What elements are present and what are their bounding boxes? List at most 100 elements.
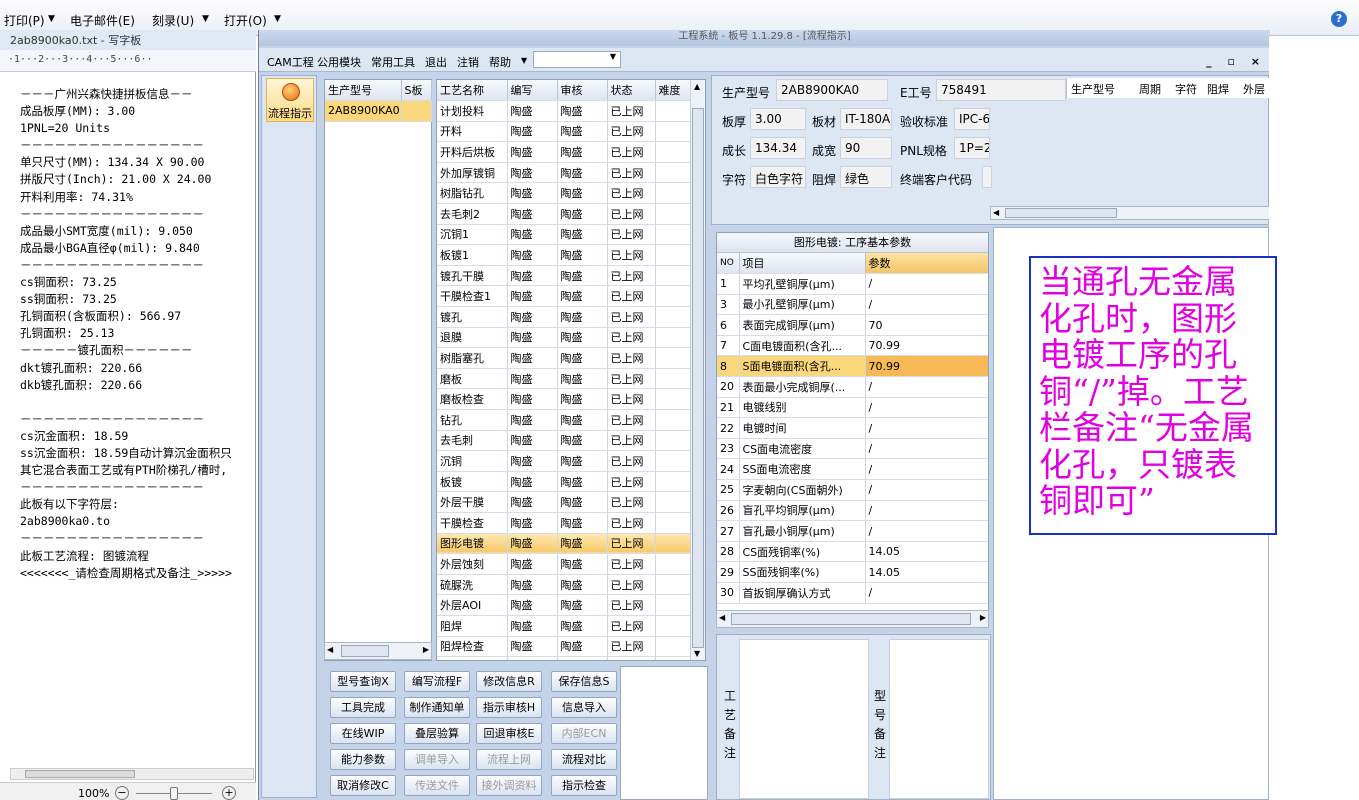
window-controls[interactable]: _ ▫ × xyxy=(1206,55,1266,68)
material-field[interactable]: IT-180A xyxy=(840,108,892,130)
chevron-down-icon[interactable]: ▼ xyxy=(274,14,281,24)
zoom-out-icon[interactable]: − xyxy=(115,786,129,800)
table-row[interactable]: 开料后烘板 陶盛 陶盛 已上网 xyxy=(437,141,692,163)
table-row[interactable]: 干膜检查 陶盛 陶盛 已上网 xyxy=(437,512,692,534)
table-row[interactable]: 外层干膜 陶盛 陶盛 已上网 xyxy=(437,491,692,513)
table-row[interactable]: 树脂钻孔 陶盛 陶盛 已上网 xyxy=(437,182,692,205)
col-header[interactable]: 阻焊 xyxy=(1207,81,1229,97)
col-header[interactable]: 项目 xyxy=(739,253,866,275)
table-row[interactable]: 树脂塞孔 陶盛 陶盛 已上网 xyxy=(437,347,692,369)
action-button[interactable]: 调单导入 xyxy=(404,749,470,770)
table-row[interactable]: 24 SS面电流密度 / xyxy=(717,458,988,481)
action-button[interactable]: 取消修改C xyxy=(330,775,396,796)
table-row[interactable]: 6 表面完成铜厚(μm) 70 xyxy=(717,314,988,336)
action-button[interactable]: 在线WIP xyxy=(330,723,396,744)
chevron-down-icon[interactable]: ▼ xyxy=(521,56,527,65)
scroll-thumb[interactable] xyxy=(692,108,704,648)
action-button[interactable]: 信息导入 xyxy=(551,697,617,718)
col-header[interactable]: S板 xyxy=(401,80,432,102)
table-row[interactable]: 22 电镀时间 / xyxy=(717,417,988,439)
table-row[interactable]: 阻焊检查 陶盛 陶盛 已上网 xyxy=(437,636,692,658)
action-button[interactable]: 修改信息R xyxy=(476,671,542,692)
col-header[interactable]: 字符 xyxy=(1175,81,1197,97)
col-header[interactable]: 外层 xyxy=(1243,81,1265,97)
table-row[interactable]: 23 CS面电流密度 / xyxy=(717,438,988,460)
wordpad-text[interactable]: －－－广州兴森快捷拼板信息－－ 成品板厚(MM): 3.00 1PNL=20 Uni… xyxy=(20,86,256,706)
action-button[interactable]: 指示检查 xyxy=(551,775,617,796)
scroll-up-icon[interactable]: ▲ xyxy=(694,82,700,91)
table-row[interactable]: 7 C面电镀面积(含孔... 70.99 xyxy=(717,335,988,357)
chevron-down-icon[interactable]: ▼ xyxy=(202,14,209,24)
table-row[interactable]: 25 字麦朝向(CS面朝外) / xyxy=(717,479,988,501)
table-row[interactable]: 板镀1 陶盛 陶盛 已上网 xyxy=(437,244,692,266)
eno-field[interactable]: 758491 xyxy=(936,79,1066,101)
action-button[interactable]: 编写流程F xyxy=(404,671,470,692)
scroll-thumb[interactable] xyxy=(341,645,389,657)
table-row[interactable]: 磨板检查 陶盛 陶盛 已上网 xyxy=(437,388,692,410)
table-row[interactable]: 钻孔 陶盛 陶盛 已上网 xyxy=(437,409,692,431)
scroll-thumb[interactable] xyxy=(25,770,135,778)
horizontal-scrollbar[interactable] xyxy=(10,768,254,780)
col-header[interactable]: 周期 xyxy=(1139,81,1161,97)
table-row[interactable]: 外层AOI 陶盛 陶盛 已上网 xyxy=(437,594,692,616)
char-field[interactable]: 白色字符 xyxy=(750,166,806,188)
scroll-left-icon[interactable]: ◀ xyxy=(327,645,333,654)
mask-field[interactable]: 绿色 xyxy=(840,166,892,188)
col-header[interactable]: 生产型号 xyxy=(1071,81,1115,97)
table-row[interactable]: 磨板 陶盛 陶盛 已上网 xyxy=(437,368,692,390)
vertical-scrollbar[interactable]: ▲ ▼ xyxy=(690,80,705,660)
action-button[interactable]: 能力参数 xyxy=(330,749,396,770)
standard-field[interactable]: IPC-6 xyxy=(954,108,990,130)
thick-field[interactable]: 3.00 xyxy=(750,108,806,130)
zoom-slider-thumb[interactable] xyxy=(170,787,178,800)
table-row[interactable]: 30 首扳铜厚确认方式 / xyxy=(717,582,988,604)
memo-box[interactable] xyxy=(620,666,708,800)
col-header[interactable]: 工艺名称 xyxy=(437,80,508,102)
process-notes-field[interactable] xyxy=(739,639,869,799)
table-row[interactable]: 21 电镀线别 / xyxy=(717,397,988,419)
table-row[interactable]: 干膜检查1 陶盛 陶盛 已上网 xyxy=(437,285,692,308)
table-row[interactable]: 8 S面电镀面积(含孔... 70.99 xyxy=(717,355,988,378)
flow-instruction-button[interactable]: 流程指示 xyxy=(266,78,314,122)
table-row[interactable]: 退膜 陶盛 陶盛 已上网 xyxy=(437,327,692,349)
scroll-right-icon[interactable]: ▶ xyxy=(980,613,986,622)
table-row[interactable]: 硫脲洗 陶盛 陶盛 已上网 xyxy=(437,574,692,596)
table-row[interactable]: 阻焊 陶盛 陶盛 已上网 xyxy=(437,615,692,637)
table-row[interactable]: 去毛刺 陶盛 陶盛 已上网 xyxy=(437,430,692,452)
action-button[interactable]: 内部ECN xyxy=(551,723,617,744)
menu-print[interactable]: 打印(P) xyxy=(4,12,45,29)
action-button[interactable]: 制作通知单 xyxy=(404,697,470,718)
customer-code-field[interactable] xyxy=(982,166,992,188)
pnl-field[interactable]: 1P=2( xyxy=(954,137,990,159)
menu-open[interactable]: 打开(O) xyxy=(224,12,267,29)
scroll-thumb[interactable] xyxy=(731,613,971,625)
scroll-left-icon[interactable]: ◀ xyxy=(993,208,999,217)
action-button[interactable]: 流程上网 xyxy=(476,749,542,770)
table-row[interactable]: 外层蚀刻 陶盛 陶盛 已上网 xyxy=(437,553,692,575)
model-notes-field[interactable] xyxy=(889,639,989,799)
table-row[interactable]: 2AB8900KA0 xyxy=(325,100,432,122)
menu-logout[interactable]: 注销 xyxy=(457,54,479,70)
table-row[interactable]: 27 盲孔最小铜厚(μm) / xyxy=(717,520,988,542)
action-button[interactable]: 工具完成 xyxy=(330,697,396,718)
scroll-right-icon[interactable]: ▶ xyxy=(423,645,429,654)
menu-help[interactable]: 帮助 xyxy=(489,54,511,70)
table-row[interactable]: 沉铜1 陶盛 陶盛 已上网 xyxy=(437,224,692,246)
table-row[interactable]: 3 最小孔壁铜厚(μm) / xyxy=(717,294,988,316)
action-button[interactable]: 型号查询X xyxy=(330,671,396,692)
table-row[interactable]: 计划投料 陶盛 陶盛 已上网 xyxy=(437,100,692,122)
table-row[interactable]: 1 平均孔壁铜厚(μm) / xyxy=(717,273,988,295)
table-row[interactable]: 图形电镀 陶盛 陶盛 已上网 xyxy=(437,533,692,555)
col-header[interactable]: 生产型号 xyxy=(325,80,402,102)
table-row[interactable]: 20 表面最小完成铜厚(... / xyxy=(717,376,988,398)
col-header[interactable]: 参数 xyxy=(865,253,988,275)
scroll-left-icon[interactable]: ◀ xyxy=(719,613,725,622)
table-row[interactable]: 去毛刺2 陶盛 陶盛 已上网 xyxy=(437,203,692,225)
scroll-thumb[interactable] xyxy=(1005,208,1117,218)
help-icon[interactable]: ? xyxy=(1331,11,1347,27)
action-button[interactable]: 保存信息S xyxy=(551,671,617,692)
horizontal-scrollbar[interactable]: ◀ ▶ xyxy=(324,642,432,660)
zoom-in-icon[interactable]: + xyxy=(222,786,236,800)
menu-email[interactable]: 电子邮件(E) xyxy=(70,12,135,29)
table-row[interactable]: 字符陶盛陶盛已上网 xyxy=(437,656,692,660)
